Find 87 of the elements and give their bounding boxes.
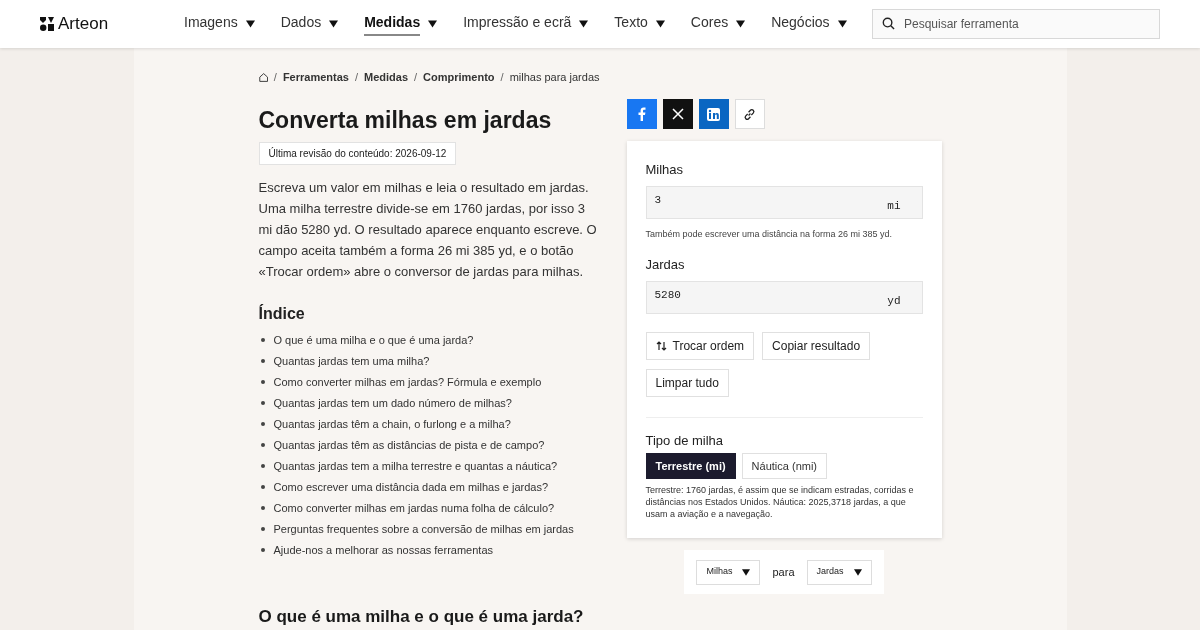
facebook-icon: [637, 107, 646, 121]
mile-type-toggle[interactable]: Terrestre (mi): [645, 453, 736, 479]
bullet-icon: [260, 526, 265, 531]
breadcrumb-link[interactable]: Ferramentas: [282, 69, 349, 86]
nav-label: Texto: [614, 13, 648, 32]
bullet-icon: [260, 442, 265, 447]
field-label: Jardas: [645, 256, 686, 274]
nav-menu[interactable]: Cores: [690, 12, 746, 36]
mile-type-toggle[interactable]: Náutica (nmi): [741, 453, 827, 479]
toc-link[interactable]: Quantas jardas tem uma milha?: [273, 352, 430, 369]
nav-label: Imagens: [184, 13, 238, 32]
page-title: Converta milhas em jardas: [258, 105, 553, 134]
breadcrumb-separator: /: [354, 70, 358, 85]
intro-paragraph: Escreva um valor em milhas e leia o resultado em jardas. Uma milha terrestre divide-se em 1760 jardas, por isso 3 mi dão 5280 yd. O resultado aparece enquanto escreve. O campo aceita também a forma 26 mi 385 yd, e o botão «Trocar ordem» abre o conversor de jardas para milhas.: [258, 178, 598, 281]
nav-menu[interactable]: Dados: [280, 12, 339, 36]
action-button[interactable]: Limpar tudo: [645, 368, 729, 397]
bullet-icon: [260, 463, 265, 468]
nav-menu[interactable]: Medidas: [364, 12, 438, 36]
bullet-icon: [260, 400, 265, 405]
logo-icon: [40, 17, 54, 31]
mile-type-label: Tipo de milha: [645, 431, 725, 450]
toc-link[interactable]: Quantas jardas têm a chain, o furlong e a milha?: [273, 415, 511, 432]
caret-icon: [428, 20, 438, 28]
toc-link[interactable]: O que é uma milha e o que é uma jarda?: [273, 331, 474, 348]
bullet-icon: [260, 421, 265, 426]
x-share-button[interactable]: [662, 99, 693, 129]
breadcrumb-separator: /: [500, 70, 504, 85]
x-icon: [671, 108, 684, 120]
para-label: para: [772, 564, 795, 580]
field-hint: Também pode escrever uma distância na forma 26 mi 385 yd.: [645, 227, 894, 241]
toc-link[interactable]: Como converter milhas em jardas numa folha de cálculo?: [273, 499, 555, 516]
caret-icon: [655, 20, 665, 28]
nav-menu[interactable]: Negócios: [771, 12, 847, 36]
caret-icon: [742, 568, 751, 576]
bullet-icon: [260, 337, 265, 342]
breadcrumb-separator: /: [273, 70, 277, 85]
caret-icon: [579, 20, 589, 28]
toc-link[interactable]: Como converter milhas em jardas? Fórmula e exemplo: [273, 373, 542, 390]
field-label: Milhas: [645, 161, 685, 179]
toc-link[interactable]: Quantas jardas tem um dado número de milhas?: [273, 394, 512, 411]
copy-link-button[interactable]: [734, 99, 765, 129]
section-heading: O que é uma milha e o que é uma jarda?: [258, 605, 585, 628]
caret-icon: [329, 20, 339, 28]
linkedin-share-button[interactable]: [698, 99, 729, 129]
toc-link[interactable]: Como escrever uma distância dada em milhas e jardas?: [273, 478, 549, 495]
bullet-icon: [260, 484, 265, 489]
nav-menu[interactable]: Texto: [614, 12, 665, 36]
facebook-share-button[interactable]: [626, 99, 657, 129]
nav-menu[interactable]: Impressão e ecrã: [463, 12, 589, 36]
nav-label: Negócios: [771, 13, 830, 32]
mile-type-note: Terrestre: 1760 jardas, é assim que se indicam estradas, corridas e distâncias nos Estados Unidos. Náutica: 2025,3718 jardas, a que usam a aviação e a navegação.: [645, 484, 915, 520]
nav-label: Impressão e ecrã: [463, 13, 572, 32]
to-unit-select[interactable]: Jardas: [806, 559, 872, 585]
bullet-icon: [260, 547, 265, 552]
bullet-icon: [260, 358, 265, 363]
caret-icon: [245, 20, 255, 28]
bullet-icon: [260, 379, 265, 384]
toc-link[interactable]: Quantas jardas têm as distâncias de pista e de campo?: [273, 436, 545, 453]
search-field[interactable]: Pesquisar ferramenta: [872, 9, 1160, 39]
swap-arrows-icon: [655, 340, 667, 351]
bullet-icon: [260, 505, 265, 510]
nav-label: Cores: [690, 13, 729, 32]
linkedin-icon: [707, 107, 720, 121]
nav-label: Medidas: [364, 12, 421, 36]
from-unit-select[interactable]: Milhas: [696, 559, 761, 585]
toc-link[interactable]: Perguntas frequentes sobre a conversão de milhas em jardas: [273, 520, 574, 537]
search-icon: [882, 17, 895, 30]
swap-button[interactable]: Trocar ordem: [645, 331, 755, 360]
breadcrumb-link[interactable]: Comprimento: [423, 69, 495, 86]
caret-icon: [837, 20, 847, 28]
breadcrumb-link[interactable]: Medidas: [364, 69, 408, 86]
unit-label: mi: [887, 198, 901, 214]
revision-badge: Última revisão do conteúdo: 2026-09-12: [258, 141, 457, 165]
breadcrumb-current: milhas para jardas: [509, 70, 600, 85]
toc-link[interactable]: Ajude-nos a melhorar as nossas ferramentas: [273, 541, 493, 558]
breadcrumb-separator: /: [414, 70, 418, 85]
action-button[interactable]: Copiar resultado: [762, 331, 871, 360]
toc-link[interactable]: Quantas jardas tem a milha terrestre e quantas a náutica?: [273, 457, 558, 474]
caret-icon: [853, 568, 862, 576]
link-icon: [743, 107, 756, 121]
nav-label: Dados: [280, 13, 322, 32]
caret-icon: [736, 20, 746, 28]
unit-label: yd: [887, 293, 901, 309]
home-icon[interactable]: [258, 71, 268, 83]
toc-heading: Índice: [258, 303, 306, 324]
logo-text: Arteon: [58, 13, 109, 36]
nav-menu[interactable]: Imagens: [184, 12, 255, 36]
